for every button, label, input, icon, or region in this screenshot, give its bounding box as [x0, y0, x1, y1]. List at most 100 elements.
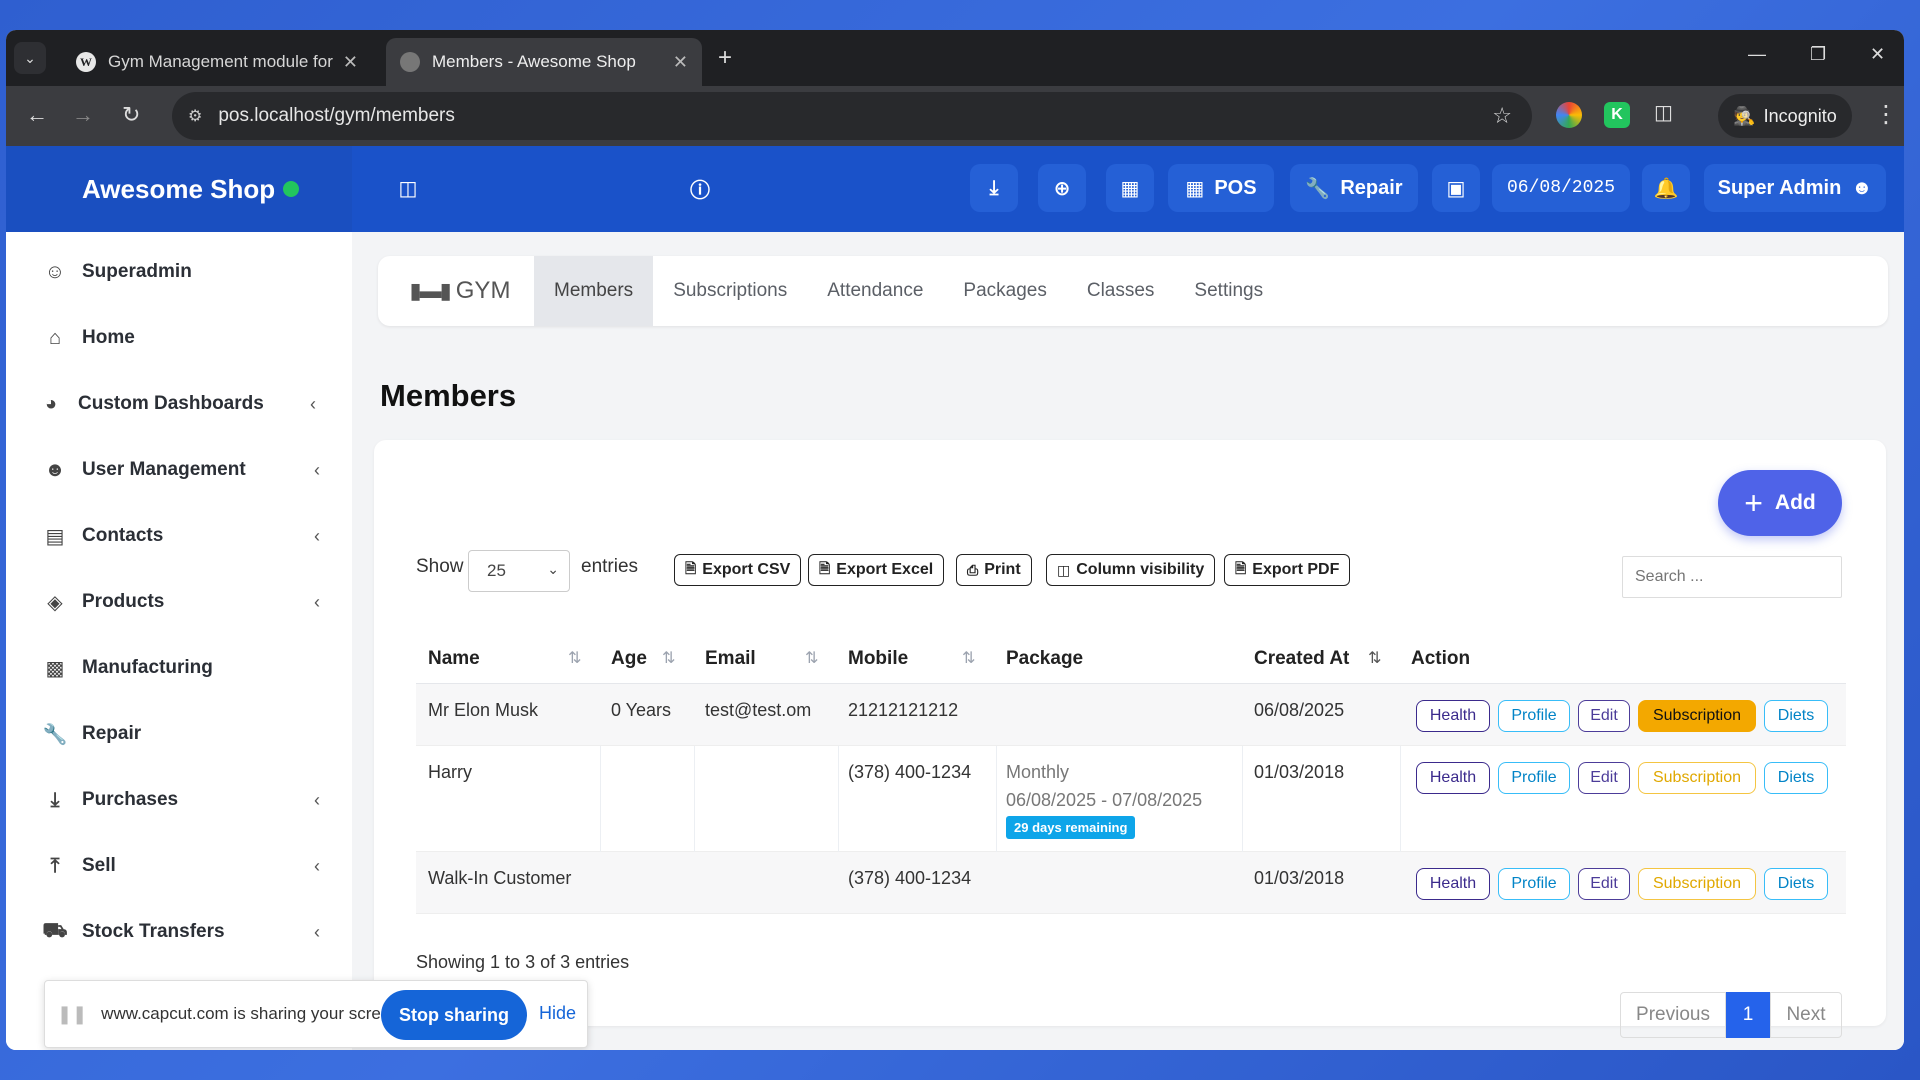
- site-info-icon[interactable]: ⚙: [188, 106, 202, 126]
- export-excel-button[interactable]: 🗎 Export Excel: [808, 554, 945, 586]
- cash-register-icon[interactable]: ▣: [1432, 164, 1480, 212]
- health-button[interactable]: Health: [1416, 700, 1490, 732]
- tab-classes[interactable]: Classes: [1067, 256, 1175, 326]
- sidebar-item-stock-transfers[interactable]: ⛟ Stock Transfers ‹: [40, 912, 330, 952]
- health-button[interactable]: Health: [1416, 762, 1490, 794]
- address-bar[interactable]: ⚙ pos.localhost/gym/members ☆: [172, 92, 1532, 140]
- tab-attendance[interactable]: Attendance: [807, 256, 943, 326]
- tab-strip: ⌄ W Gym Management module for U ✕ Member…: [6, 30, 1904, 86]
- sidebar-toggle-icon[interactable]: ◫: [392, 164, 424, 212]
- extension-color-icon[interactable]: [1556, 102, 1582, 128]
- print-button[interactable]: ⎙ Print: [956, 554, 1032, 586]
- members-card: + Add Show 25 ⌄ entries 🗎 Export CSV 🗎 Exp…: [374, 440, 1886, 1038]
- diets-button[interactable]: Diets: [1764, 700, 1828, 732]
- tab-search-button[interactable]: ⌄: [14, 42, 46, 74]
- sidebar-item-purchases[interactable]: ⤓ Purchases ‹: [40, 780, 330, 820]
- sort-icon[interactable]: ⇅: [962, 648, 975, 668]
- previous-page-button[interactable]: Previous: [1620, 992, 1726, 1038]
- export-pdf-button[interactable]: 🗎 Export PDF: [1224, 554, 1351, 586]
- gym-logo-label: GYM: [455, 277, 511, 304]
- sidebar-item-sell[interactable]: ⤒ Sell ‹: [40, 846, 330, 886]
- page-1-button[interactable]: 1: [1726, 992, 1770, 1038]
- column-header-age[interactable]: Age: [611, 648, 647, 670]
- column-header-name[interactable]: Name: [428, 648, 480, 670]
- hide-banner-button[interactable]: Hide: [539, 1003, 576, 1024]
- table-row: Harry (378) 400-1234 Monthly 06/08/2025 …: [416, 746, 1846, 852]
- repair-button[interactable]: 🔧 Repair: [1290, 164, 1418, 212]
- back-icon[interactable]: ←: [26, 102, 48, 128]
- sidebar-item-products[interactable]: ◈ Products ‹: [40, 582, 330, 622]
- download-icon[interactable]: ⤓: [970, 164, 1018, 212]
- profile-button[interactable]: Profile: [1498, 868, 1570, 900]
- search-input[interactable]: [1622, 556, 1842, 598]
- calculator-icon[interactable]: ▦: [1106, 164, 1154, 212]
- close-tab-icon[interactable]: ✕: [673, 52, 688, 73]
- user-menu-button[interactable]: Super Admin ☻: [1704, 164, 1886, 212]
- info-icon[interactable]: ⓘ: [684, 164, 716, 212]
- subscription-button[interactable]: Subscription: [1638, 700, 1756, 732]
- tab-subscriptions[interactable]: Subscriptions: [653, 256, 807, 326]
- date-display[interactable]: 06/08/2025: [1492, 164, 1630, 212]
- close-tab-icon[interactable]: ✕: [343, 52, 358, 73]
- browser-menu-icon[interactable]: ⋮: [1874, 100, 1898, 129]
- sort-desc-icon[interactable]: ⇅: [1368, 648, 1381, 668]
- minimize-icon[interactable]: —: [1748, 44, 1766, 65]
- sort-icon[interactable]: ⇅: [805, 648, 818, 668]
- tab-packages[interactable]: Packages: [943, 256, 1066, 326]
- reload-icon[interactable]: ↻: [122, 102, 140, 128]
- browser-tab-members[interactable]: Members - Awesome Shop ✕: [386, 38, 702, 86]
- sidebar-item-user-management[interactable]: ☻ User Management ‹: [40, 450, 330, 490]
- add-circle-icon[interactable]: ⊕: [1038, 164, 1086, 212]
- sidebar-item-repair[interactable]: 🔧 Repair: [40, 714, 330, 754]
- chevron-left-icon: ‹: [310, 393, 316, 414]
- extensions-puzzle-icon[interactable]: ◫: [1654, 100, 1680, 126]
- column-header-mobile[interactable]: Mobile: [848, 648, 908, 670]
- health-button[interactable]: Health: [1416, 868, 1490, 900]
- column-visibility-label: Column visibility: [1076, 561, 1205, 578]
- diets-button[interactable]: Diets: [1764, 762, 1828, 794]
- profile-button[interactable]: Profile: [1498, 762, 1570, 794]
- forward-icon[interactable]: →: [72, 102, 94, 128]
- column-visibility-button[interactable]: ◫ Column visibility: [1046, 554, 1216, 586]
- subscription-button[interactable]: Subscription: [1638, 762, 1756, 794]
- cell-mobile: (378) 400-1234: [848, 868, 972, 888]
- user-circle-icon: ☻: [1851, 176, 1873, 199]
- export-csv-button[interactable]: 🗎 Export CSV: [674, 554, 802, 586]
- diets-button[interactable]: Diets: [1764, 868, 1828, 900]
- sidebar-item-home[interactable]: ⌂ Home: [40, 318, 330, 358]
- brand[interactable]: Awesome Shop: [6, 146, 352, 232]
- gym-logo[interactable]: ▮▬▮ GYM: [386, 256, 534, 326]
- restore-icon[interactable]: ❐: [1810, 44, 1826, 65]
- close-window-icon[interactable]: ✕: [1870, 44, 1885, 65]
- table-header: Name ⇅ Age ⇅ Email ⇅ Mobile ⇅ Package Cr…: [416, 632, 1846, 684]
- page-length-select[interactable]: 25 ⌄: [468, 550, 570, 592]
- tab-settings[interactable]: Settings: [1174, 256, 1283, 326]
- edit-button[interactable]: Edit: [1578, 700, 1630, 732]
- tab-members[interactable]: Members: [534, 256, 654, 326]
- sort-icon[interactable]: ⇅: [662, 648, 675, 668]
- next-page-button[interactable]: Next: [1770, 992, 1842, 1038]
- bookmark-star-icon[interactable]: ☆: [1492, 103, 1512, 129]
- pos-button[interactable]: ▦ POS: [1168, 164, 1274, 212]
- column-header-email[interactable]: Email: [705, 648, 756, 670]
- stop-sharing-button[interactable]: Stop sharing: [381, 990, 527, 1040]
- sidebar-item-superadmin[interactable]: ☺ Superadmin: [40, 252, 330, 292]
- edit-button[interactable]: Edit: [1578, 762, 1630, 794]
- extension-k-icon[interactable]: K: [1604, 102, 1630, 128]
- incognito-badge[interactable]: 🕵 Incognito: [1718, 94, 1852, 138]
- sort-icon[interactable]: ⇅: [568, 648, 581, 668]
- sidebar-item-manufacturing[interactable]: ▩ Manufacturing: [40, 648, 330, 688]
- truck-icon: ⛟: [42, 919, 68, 942]
- new-tab-button[interactable]: +: [718, 44, 732, 72]
- sidebar-item-custom-dashboards[interactable]: ◕ Custom Dashboards ‹: [36, 384, 326, 424]
- add-member-button[interactable]: + Add: [1718, 470, 1842, 536]
- user-name: Super Admin: [1717, 176, 1842, 199]
- browser-tab-gym-module[interactable]: W Gym Management module for U ✕: [62, 38, 372, 86]
- notifications-bell-icon[interactable]: 🔔: [1642, 164, 1690, 212]
- edit-button[interactable]: Edit: [1578, 868, 1630, 900]
- drag-handle-icon[interactable]: ❚❚: [57, 1004, 87, 1025]
- column-header-created-at[interactable]: Created At: [1254, 648, 1349, 670]
- subscription-button[interactable]: Subscription: [1638, 868, 1756, 900]
- profile-button[interactable]: Profile: [1498, 700, 1570, 732]
- sidebar-item-contacts[interactable]: ▤ Contacts ‹: [40, 516, 330, 556]
